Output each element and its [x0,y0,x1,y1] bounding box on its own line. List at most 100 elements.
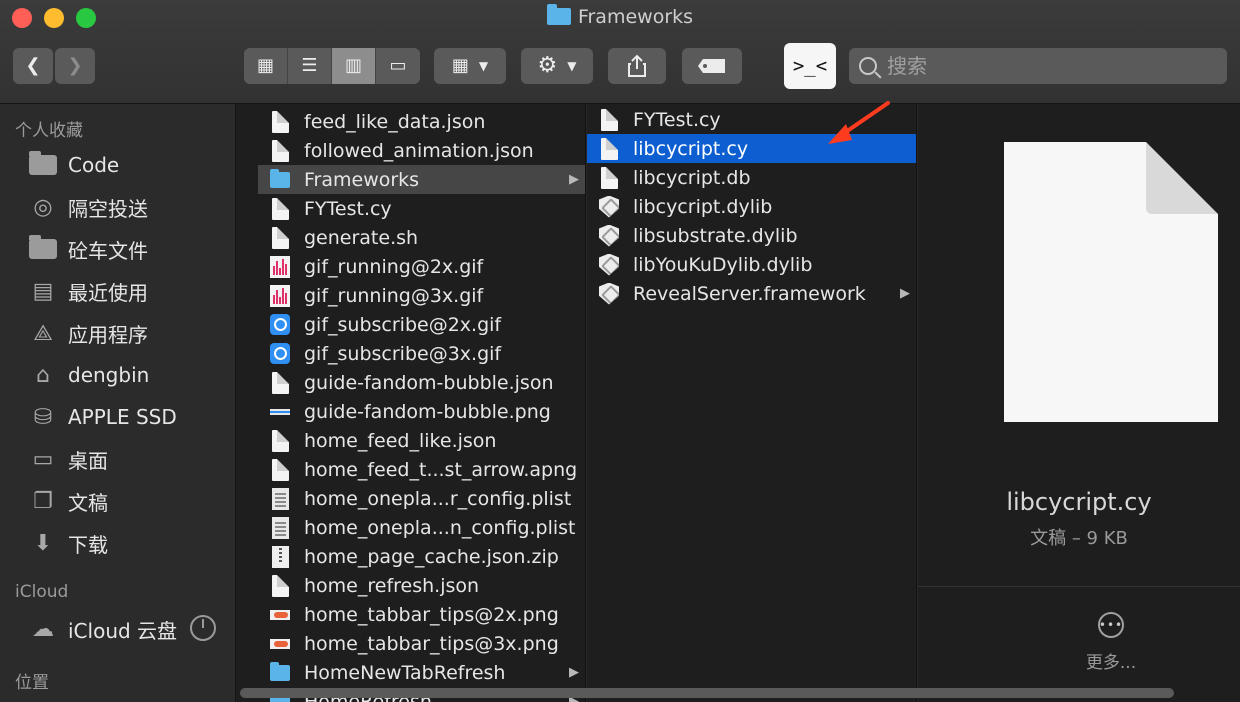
horizontal-scrollbar[interactable] [240,688,1174,698]
file-row[interactable]: home_onepla...r_config.plist [236,484,585,513]
alarm-clock-icon [270,342,290,366]
search-input[interactable] [887,54,1207,78]
file-row[interactable]: followed_animation.json [236,136,585,165]
file-name: home_tabbar_tips@2x.png [304,603,559,626]
alarm-clock-icon [270,313,290,337]
document-icon [270,197,290,221]
more-icon[interactable]: ••• [1098,612,1124,638]
file-row[interactable]: home_feed_t...st_arrow.apng [236,455,585,484]
sidebar-item-disk[interactable]: ⛁ APPLE SSD [28,400,177,434]
file-name: home_feed_t...st_arrow.apng [304,458,578,481]
file-column-2: FYTest.cy libcycript.cy libcycript.db libcy… [587,104,917,702]
sidebar-item-folder[interactable]: 砼车文件 [28,232,148,266]
locations-header: 位置 [15,673,49,693]
folder-row[interactable]: Frameworks ▶ [258,165,585,194]
sidebar-item-label: 应用程序 [68,322,148,347]
view-list-button[interactable]: ☰ [288,48,332,84]
file-name: gif_running@2x.gif [304,255,484,278]
file-row[interactable]: gif_subscribe@3x.gif [236,339,585,368]
file-row[interactable]: RevealServer.framework ▶ [587,279,916,308]
sidebar-item-documents[interactable]: ❐ 文稿 [28,484,108,518]
sidebar-item-recents[interactable]: ▤ 最近使用 [28,274,148,308]
favorites-header: 个人收藏 [15,121,83,141]
view-gallery-button[interactable]: ▭ [376,48,420,84]
group-by-button[interactable]: ▦ ▼ [434,48,506,84]
applications-icon: ⟁ [33,320,53,346]
file-column-1: feed_like_data.json followed_animation.js… [236,104,586,702]
file-row[interactable]: libYouKuDylib.dylib [587,250,916,279]
file-name: HomeNewTabRefresh [304,661,506,684]
sidebar-item-label: 最近使用 [68,280,148,305]
sidebar-item-label: 砼车文件 [68,238,148,263]
file-row[interactable]: home_feed_like.json [236,426,585,455]
disclosure-triangle-icon: ▶ [569,172,579,187]
more-button-label[interactable]: 更多... [1068,648,1154,673]
forward-button[interactable]: ❯ [55,48,95,84]
file-row[interactable]: libcycript.dylib [587,192,916,221]
sidebar-item-home[interactable]: ⌂ dengbin [28,358,149,392]
file-name: followed_animation.json [304,139,534,162]
file-name: home_tabbar_tips@3x.png [304,632,559,655]
file-row[interactable]: home_page_cache.json.zip [236,542,585,571]
file-row[interactable]: gif_subscribe@2x.gif [236,310,585,339]
file-row[interactable]: home_refresh.json [236,571,585,600]
file-row[interactable]: FYTest.cy [236,194,585,223]
disk-icon: ⛁ [33,404,53,430]
sidebar-item-downloads[interactable]: ⬇ 下载 [28,526,108,560]
tag-button[interactable] [682,48,742,84]
file-row[interactable]: guide-fandom-bubble.json [236,368,585,397]
file-name: guide-fandom-bubble.png [304,400,551,423]
sidebar-item-label: 桌面 [68,448,108,473]
search-field[interactable] [849,48,1227,84]
preview-file-info: 文稿 – 9 KB [1030,528,1128,549]
file-name: home_page_cache.json.zip [304,545,559,568]
file-row[interactable]: libcycript.db [587,163,916,192]
png-image-icon [270,632,290,656]
preview-pane: libcycript.cy 文稿 – 9 KB ••• 更多... [918,104,1240,702]
sidebar-item-desktop[interactable]: ▭ 桌面 [28,442,108,476]
sidebar-item-label: APPLE SSD [68,405,177,429]
file-row[interactable]: home_tabbar_tips@2x.png [236,600,585,629]
view-mode-control: ▦ ☰ ▥ ▭ [244,48,420,84]
folder-icon [546,4,571,25]
file-name: libsubstrate.dylib [633,224,798,247]
file-row[interactable]: gif_running@3x.gif [236,281,585,310]
sidebar-item-icloud-drive[interactable]: ☁ iCloud 云盘 [28,612,177,646]
file-row[interactable]: home_tabbar_tips@3x.png [236,629,585,658]
document-icon [270,429,290,453]
file-row[interactable]: gif_running@2x.gif [236,252,585,281]
cycript-terminal-button[interactable]: >_< [784,43,836,89]
sidebar-item-label: 下载 [68,532,108,557]
sidebar-item-code[interactable]: Code [28,148,119,182]
file-row[interactable]: feed_like_data.json [236,107,585,136]
view-icons-button[interactable]: ▦ [244,48,288,84]
file-row[interactable]: generate.sh [236,223,585,252]
file-name: FYTest.cy [304,197,392,220]
file-row[interactable]: guide-fandom-bubble.png [236,397,585,426]
sidebar-item-label: Code [68,153,120,177]
documents-icon: ❐ [33,488,53,514]
airdrop-icon: ◎ [33,194,53,220]
sidebar-item-label: iCloud 云盘 [68,618,178,643]
file-row[interactable]: libsubstrate.dylib [587,221,916,250]
share-button[interactable] [608,48,666,84]
sidebar-item-airdrop[interactable]: ◎ 隔空投送 [28,190,148,224]
dylib-icon [599,282,619,306]
list-icon: ☰ [301,55,318,76]
grid-icon: ▦ [256,55,274,76]
file-name: libYouKuDylib.dylib [633,253,813,276]
sidebar-item-applications[interactable]: ⟁ 应用程序 [28,316,148,350]
document-icon [599,166,619,190]
back-button[interactable]: ❮ [13,48,53,84]
view-columns-button[interactable]: ▥ [332,48,376,84]
folder-row[interactable]: HomeNewTabRefresh ▶ [236,658,585,687]
sidebar-item-label: dengbin [68,363,150,387]
file-row[interactable]: FYTest.cy [587,105,916,134]
action-button[interactable]: ⚙ ▼ [521,48,593,84]
file-row[interactable]: libcycript.cy [587,134,916,163]
group-grid-icon: ▦ [451,55,469,76]
file-row[interactable]: home_onepla...n_config.plist [236,513,585,542]
disclosure-triangle-icon: ▶ [900,286,910,301]
document-icon [270,458,290,482]
tag-icon [698,59,725,73]
